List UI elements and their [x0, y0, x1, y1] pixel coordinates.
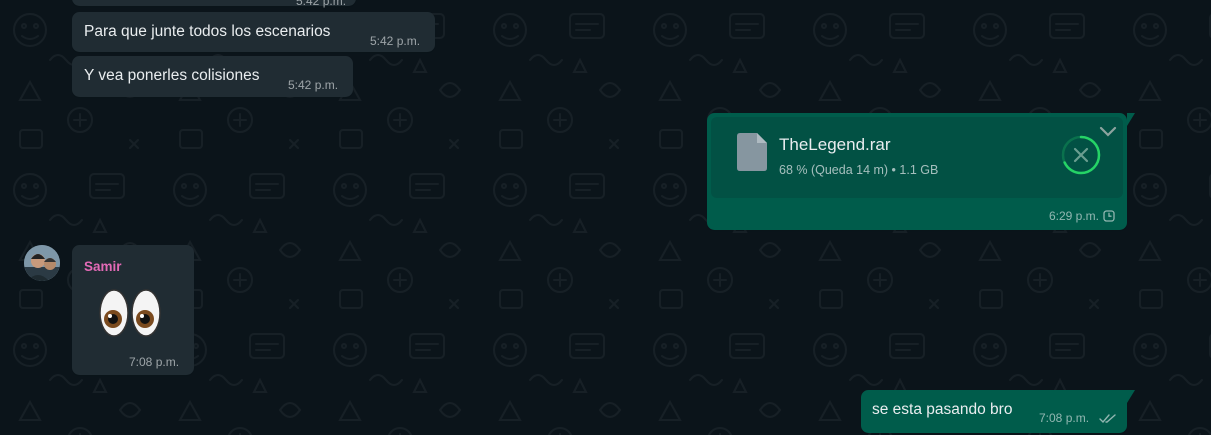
message-time: 5:42 p.m. — [296, 0, 347, 8]
message-bubble[interactable]: Y vea ponerles colisiones 5:42 p.m. — [72, 56, 353, 97]
sender-name[interactable]: Samir — [84, 259, 122, 274]
file-card[interactable]: TheLegend.rar 68 % (Queda 14 m) • 1.1 GB — [711, 117, 1123, 198]
message-time: 7:08 p.m. — [129, 355, 180, 369]
chevron-down-icon[interactable] — [1099, 125, 1117, 143]
message-time: 5:42 p.m. — [370, 34, 421, 48]
document-icon — [735, 133, 767, 176]
message-time: 5:42 p.m. — [288, 78, 339, 92]
close-icon — [1073, 147, 1089, 163]
file-progress-info: 68 % (Queda 14 m) • 1.1 GB — [779, 163, 939, 177]
message-bubble[interactable]: Para que junte todos los escenarios 5:42… — [72, 12, 435, 52]
message-text: Para que junte todos los escenarios — [84, 23, 331, 40]
file-message-bubble[interactable]: TheLegend.rar 68 % (Queda 14 m) • 1.1 GB… — [707, 113, 1127, 230]
message-time: 7:08 p.m. — [1039, 411, 1090, 425]
sticker-message-bubble[interactable]: Samir 7:08 p.m. — [72, 245, 194, 375]
file-name: TheLegend.rar — [779, 135, 891, 154]
bubble-tail — [1127, 113, 1135, 131]
eyes-emoji — [98, 287, 162, 344]
avatar[interactable] — [24, 245, 60, 281]
cancel-download-button[interactable] — [1061, 135, 1101, 175]
message-time: 6:29 p.m. — [1048, 209, 1099, 223]
message-text: Y vea ponerles colisiones — [84, 67, 260, 84]
double-check-icon — [1099, 411, 1117, 429]
clock-icon — [1103, 209, 1115, 227]
message-text: se esta pasando bro — [872, 401, 1013, 418]
message-bubble[interactable]: se esta pasando bro 7:08 p.m. — [861, 390, 1127, 433]
bubble-tail — [1127, 390, 1135, 408]
